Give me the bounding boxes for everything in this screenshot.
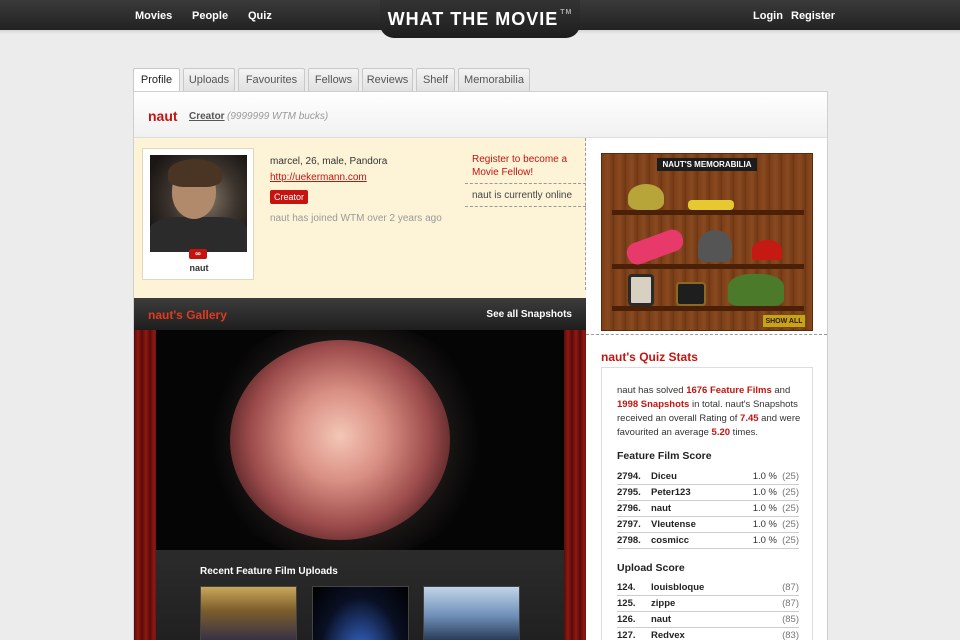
memorabilia-shelf[interactable]: NAUT'S MEMORABILIA SHOW ALL — [601, 153, 813, 331]
shelf-plank — [612, 210, 804, 215]
nav-people[interactable]: People — [192, 10, 228, 22]
tab-memorabilia[interactable]: Memorabilia — [458, 68, 530, 92]
recent-uploads: Recent Feature Film Uploads — [156, 550, 564, 640]
framed-picture-icon[interactable] — [628, 274, 654, 306]
avatar-card: ∞ naut — [142, 148, 254, 280]
upload-thumbnail[interactable] — [423, 586, 520, 640]
shelf-plank — [612, 306, 804, 311]
nav-quiz[interactable]: Quiz — [248, 10, 272, 22]
see-all-snapshots-link[interactable]: See all Snapshots — [486, 309, 572, 320]
profile-header: naut Creator (9999999 WTM bucks) — [134, 92, 827, 138]
helmet-icon[interactable] — [698, 230, 732, 262]
belt-icon[interactable] — [688, 200, 734, 210]
divider — [465, 183, 586, 184]
divider — [586, 334, 827, 335]
show-all-button[interactable]: SHOW ALL — [762, 314, 806, 328]
upload-thumbnail[interactable] — [200, 586, 297, 640]
avatar-name: naut — [189, 263, 209, 273]
page-title: naut — [148, 108, 178, 124]
table-row[interactable]: 2796. naut 1.0 % (25) — [617, 501, 799, 517]
award-plaque-icon[interactable] — [676, 282, 706, 306]
table-row[interactable]: 127. Redvex (83) — [617, 628, 799, 640]
info-box-bottom — [134, 290, 586, 298]
table-row[interactable]: 2794. Diceu 1.0 % (25) — [617, 469, 799, 485]
shelf-plank — [612, 264, 804, 269]
curtain-left — [134, 330, 156, 640]
logo-tab[interactable]: WHAT THE MOVIE TM — [380, 0, 580, 38]
memorabilia-title: NAUT'S MEMORABILIA — [657, 158, 757, 171]
table-row[interactable]: 126. naut (85) — [617, 612, 799, 628]
side-links: Register to become a Movie Fellow! naut … — [465, 138, 586, 290]
table-row[interactable]: 124. louisbloque (87) — [617, 580, 799, 596]
tab-reviews[interactable]: Reviews — [362, 68, 413, 92]
table-row[interactable]: 2798. cosmicc 1.0 % (25) — [617, 533, 799, 549]
creator-badge: Creator — [270, 190, 309, 204]
hoverboard-icon[interactable] — [623, 226, 687, 268]
user-website-link[interactable]: http://uekermann.com — [270, 172, 367, 183]
nav-register[interactable]: Register — [791, 10, 835, 22]
table-row[interactable]: 125. zippe (87) — [617, 596, 799, 612]
site-logo[interactable]: WHAT THE MOVIE TM — [380, 9, 580, 30]
nav-movies[interactable]: Movies — [135, 10, 172, 22]
tab-shelf[interactable]: Shelf — [416, 68, 455, 92]
role-link[interactable]: Creator — [189, 111, 225, 122]
infinity-badge: ∞ — [189, 249, 207, 259]
tab-profile[interactable]: Profile — [133, 68, 180, 93]
feature-score-title: Feature Film Score — [617, 450, 712, 462]
tab-fellows[interactable]: Fellows — [308, 68, 359, 92]
cap-icon[interactable] — [752, 240, 782, 260]
user-info: marcel, 26, male, Pandora — [270, 156, 388, 167]
divider — [465, 206, 586, 207]
toad-figure-icon[interactable] — [628, 184, 664, 210]
table-row[interactable]: 2797. Vleutense 1.0 % (25) — [617, 517, 799, 533]
tab-uploads[interactable]: Uploads — [183, 68, 235, 92]
upload-score-title: Upload Score — [617, 562, 685, 574]
wtm-bucks: (9999999 WTM bucks) — [227, 111, 329, 122]
featured-snapshot[interactable] — [156, 330, 564, 550]
gremlin-figure-icon[interactable] — [728, 274, 784, 306]
quiz-stats-title: naut's Quiz Stats — [601, 350, 698, 364]
tab-favourites[interactable]: Favourites — [238, 68, 305, 92]
table-row[interactable]: 2795. Peter123 1.0 % (25) — [617, 485, 799, 501]
gallery-title: naut's Gallery — [148, 308, 227, 322]
register-fellow-link[interactable]: Register to become a Movie Fellow! — [472, 153, 580, 179]
recent-uploads-title: Recent Feature Film Uploads — [200, 566, 338, 577]
upload-thumbnail[interactable] — [312, 586, 409, 640]
profile-panel: naut Creator (9999999 WTM bucks) ∞ naut … — [133, 91, 828, 640]
avatar[interactable] — [150, 155, 247, 252]
online-status: naut is currently online — [472, 190, 573, 201]
joined-text: naut has joined WTM over 2 years ago — [270, 213, 442, 224]
curtain-right — [564, 330, 586, 640]
gallery-header: naut's Gallery See all Snapshots — [134, 298, 586, 330]
quiz-stats-card: naut has solved 1676 Feature Films and 1… — [601, 367, 813, 640]
nav-login[interactable]: Login — [753, 10, 783, 22]
quiz-summary: naut has solved 1676 Feature Films and 1… — [617, 385, 801, 438]
